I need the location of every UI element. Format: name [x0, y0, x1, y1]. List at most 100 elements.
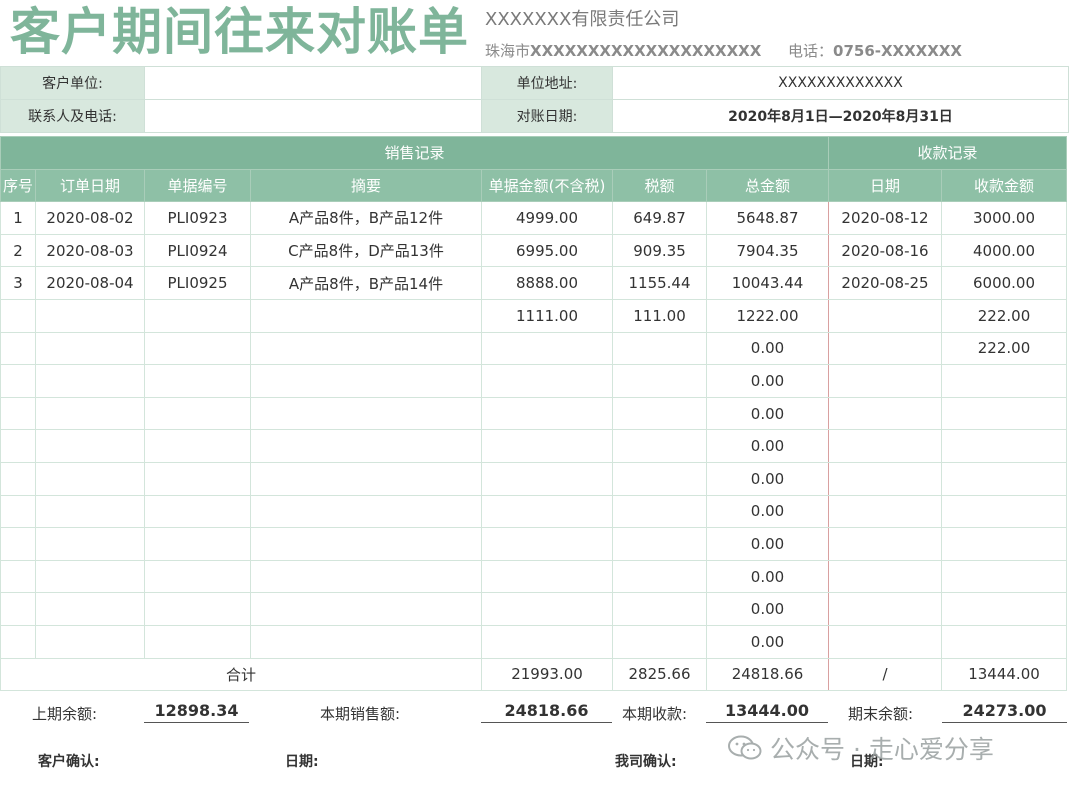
summary-cell[interactable]: [250, 461, 482, 496]
summary-cell[interactable]: [250, 298, 482, 333]
amount-cell[interactable]: [481, 396, 613, 431]
summary-cell[interactable]: [250, 331, 482, 366]
doc-no-cell[interactable]: [144, 559, 251, 594]
summary-cell[interactable]: [250, 396, 482, 431]
summary-cell[interactable]: [250, 494, 482, 529]
total-cell[interactable]: 0.00: [706, 624, 829, 659]
amount-cell[interactable]: [481, 624, 613, 659]
total-cell[interactable]: 0.00: [706, 461, 829, 496]
summary-cell[interactable]: A产品8件，B产品14件: [250, 266, 482, 300]
doc-no-cell[interactable]: PLI0924: [144, 233, 251, 268]
order-date-cell[interactable]: 2020-08-04: [35, 266, 145, 300]
doc-no-cell[interactable]: [144, 298, 251, 333]
summary-cell[interactable]: [250, 592, 482, 626]
customer-field[interactable]: [144, 66, 482, 100]
tax-cell[interactable]: 649.87: [612, 201, 707, 235]
seq-cell[interactable]: 3: [0, 266, 36, 300]
summary-cell[interactable]: A产品8件，B产品12件: [250, 201, 482, 235]
amount-cell[interactable]: 1111.00: [481, 298, 613, 333]
receipt-date-cell[interactable]: [828, 331, 942, 366]
tax-cell[interactable]: 909.35: [612, 233, 707, 268]
seq-cell[interactable]: [0, 527, 36, 561]
receipt-amount-cell[interactable]: 3000.00: [941, 201, 1067, 235]
order-date-cell[interactable]: [35, 461, 145, 496]
order-date-cell[interactable]: [35, 331, 145, 366]
receipt-amount-cell[interactable]: [941, 592, 1067, 626]
summary-cell[interactable]: [250, 559, 482, 594]
order-date-cell[interactable]: [35, 494, 145, 529]
seq-cell[interactable]: [0, 331, 36, 366]
summary-cell[interactable]: [250, 429, 482, 463]
receipt-amount-cell[interactable]: 6000.00: [941, 266, 1067, 300]
order-date-cell[interactable]: [35, 298, 145, 333]
doc-no-cell[interactable]: [144, 396, 251, 431]
seq-cell[interactable]: [0, 494, 36, 529]
receipt-amount-cell[interactable]: [941, 527, 1067, 561]
summary-cell[interactable]: [250, 527, 482, 561]
receipt-date-cell[interactable]: [828, 527, 942, 561]
doc-no-cell[interactable]: [144, 429, 251, 463]
amount-cell[interactable]: [481, 364, 613, 398]
tax-cell[interactable]: 111.00: [612, 298, 707, 333]
seq-cell[interactable]: [0, 559, 36, 594]
seq-cell[interactable]: [0, 461, 36, 496]
order-date-cell[interactable]: [35, 364, 145, 398]
amount-cell[interactable]: 4999.00: [481, 201, 613, 235]
order-date-cell[interactable]: 2020-08-02: [35, 201, 145, 235]
amount-cell[interactable]: [481, 559, 613, 594]
receipt-date-cell[interactable]: [828, 624, 942, 659]
receipt-amount-cell[interactable]: [941, 494, 1067, 529]
tax-cell[interactable]: [612, 559, 707, 594]
doc-no-cell[interactable]: [144, 494, 251, 529]
receipt-date-cell[interactable]: 2020-08-25: [828, 266, 942, 300]
total-cell[interactable]: 0.00: [706, 527, 829, 561]
doc-no-cell[interactable]: [144, 331, 251, 366]
tax-cell[interactable]: 1155.44: [612, 266, 707, 300]
seq-cell[interactable]: 1: [0, 201, 36, 235]
total-cell[interactable]: 7904.35: [706, 233, 829, 268]
order-date-cell[interactable]: [35, 429, 145, 463]
receipt-amount-cell[interactable]: [941, 429, 1067, 463]
amount-cell[interactable]: 6995.00: [481, 233, 613, 268]
doc-no-cell[interactable]: [144, 527, 251, 561]
seq-cell[interactable]: [0, 364, 36, 398]
order-date-cell[interactable]: 2020-08-03: [35, 233, 145, 268]
receipt-amount-cell[interactable]: 222.00: [941, 298, 1067, 333]
doc-no-cell[interactable]: PLI0925: [144, 266, 251, 300]
seq-cell[interactable]: [0, 592, 36, 626]
receipt-date-cell[interactable]: [828, 364, 942, 398]
tax-cell[interactable]: [612, 494, 707, 529]
total-cell[interactable]: 1222.00: [706, 298, 829, 333]
seq-cell[interactable]: [0, 429, 36, 463]
receipt-date-cell[interactable]: [828, 494, 942, 529]
amount-cell[interactable]: [481, 331, 613, 366]
seq-cell[interactable]: [0, 624, 36, 659]
address-field[interactable]: XXXXXXXXXXXXX: [612, 66, 1069, 100]
receipt-date-cell[interactable]: [828, 429, 942, 463]
receipt-date-cell[interactable]: [828, 592, 942, 626]
tax-cell[interactable]: [612, 396, 707, 431]
order-date-cell[interactable]: [35, 559, 145, 594]
doc-no-cell[interactable]: [144, 461, 251, 496]
total-cell[interactable]: 0.00: [706, 331, 829, 366]
tax-cell[interactable]: [612, 592, 707, 626]
tax-cell[interactable]: [612, 364, 707, 398]
receipt-amount-cell[interactable]: 4000.00: [941, 233, 1067, 268]
receipt-amount-cell[interactable]: 222.00: [941, 331, 1067, 366]
receipt-date-cell[interactable]: 2020-08-16: [828, 233, 942, 268]
amount-cell[interactable]: [481, 461, 613, 496]
total-cell[interactable]: 0.00: [706, 494, 829, 529]
summary-cell[interactable]: [250, 624, 482, 659]
seq-cell[interactable]: [0, 396, 36, 431]
amount-cell[interactable]: [481, 429, 613, 463]
receipt-date-cell[interactable]: [828, 559, 942, 594]
tax-cell[interactable]: [612, 429, 707, 463]
total-cell[interactable]: 0.00: [706, 559, 829, 594]
doc-no-cell[interactable]: PLI0923: [144, 201, 251, 235]
receipt-date-cell[interactable]: [828, 396, 942, 431]
doc-no-cell[interactable]: [144, 592, 251, 626]
seq-cell[interactable]: 2: [0, 233, 36, 268]
tax-cell[interactable]: [612, 527, 707, 561]
summary-cell[interactable]: C产品8件，D产品13件: [250, 233, 482, 268]
statement-date-field[interactable]: 2020年8月1日—2020年8月31日: [612, 99, 1069, 133]
